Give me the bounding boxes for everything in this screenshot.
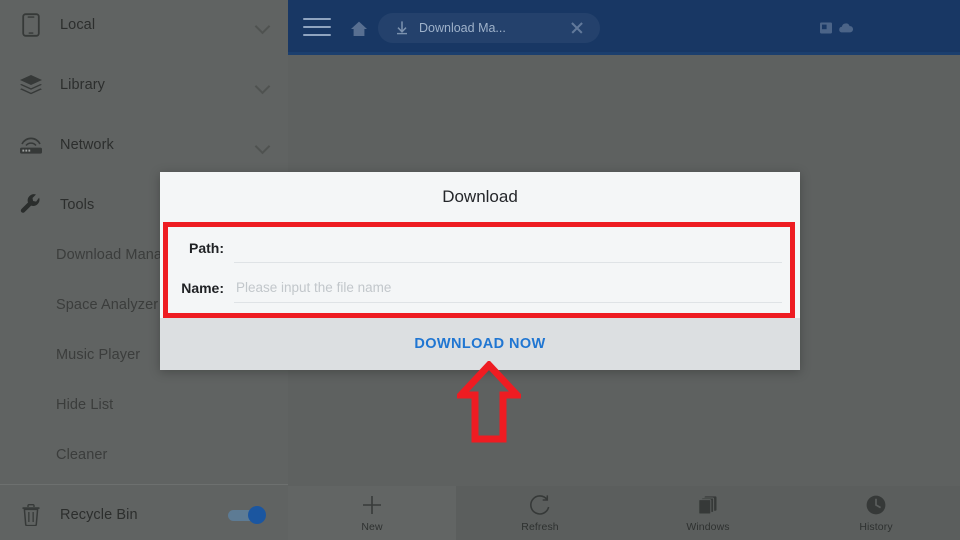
windows-stack-icon xyxy=(696,493,720,517)
browser-tab-label: Download Ma... xyxy=(419,21,506,35)
sidebar-item-label: Tools xyxy=(60,197,95,213)
recycle-bin-toggle[interactable] xyxy=(228,506,266,524)
name-input[interactable]: Please input the file name xyxy=(234,273,782,303)
wrench-icon xyxy=(18,192,44,218)
hamburger-line xyxy=(303,26,331,28)
hamburger-line xyxy=(303,18,331,20)
app-root: Local Library Network Tools Download Man… xyxy=(0,0,960,540)
path-input[interactable] xyxy=(234,233,782,263)
sidebar-item-network[interactable]: Network xyxy=(0,120,288,170)
toolbar-item-label: Windows xyxy=(686,521,730,533)
chevron-down-icon xyxy=(254,78,271,95)
sidebar-item-recycle-bin[interactable]: Recycle Bin xyxy=(0,490,288,540)
browser-tab[interactable]: Download Ma... xyxy=(378,13,600,43)
sidebar-item-label: Download Mana xyxy=(56,247,163,263)
hamburger-icon[interactable] xyxy=(303,14,331,40)
dialog-title: Download xyxy=(442,187,518,206)
chevron-down-icon xyxy=(254,138,271,155)
sidebar-item-label: Cleaner xyxy=(56,447,108,463)
name-field-label: Name: xyxy=(181,280,224,296)
layers-icon xyxy=(18,72,44,98)
name-input-placeholder: Please input the file name xyxy=(236,280,392,295)
sidebar-item-label: Local xyxy=(60,17,96,33)
toolbar-item-label: History xyxy=(859,521,893,533)
close-icon[interactable] xyxy=(570,21,584,35)
bookmark-icon[interactable] xyxy=(818,20,834,36)
cloud-icon[interactable] xyxy=(838,20,854,36)
hamburger-line xyxy=(303,34,331,36)
toggle-knob xyxy=(248,506,266,524)
sidebar-item-local[interactable]: Local xyxy=(0,0,288,50)
sidebar-item-label: Music Player xyxy=(56,347,141,363)
home-icon[interactable] xyxy=(350,20,368,38)
toolbar-item-windows[interactable]: Windows xyxy=(624,486,792,540)
sidebar-item-library[interactable]: Library xyxy=(0,60,288,110)
chevron-down-icon xyxy=(254,18,271,35)
download-arrow-icon xyxy=(394,20,410,36)
sidebar-item-label: Recycle Bin xyxy=(60,507,138,523)
browser-header: Download Ma... xyxy=(288,0,960,55)
name-field-row: Name: Please input the file name xyxy=(178,268,782,308)
toolbar-item-history[interactable]: History xyxy=(792,486,960,540)
sidebar-item-hide-list[interactable]: Hide List xyxy=(0,380,288,430)
sidebar-item-cleaner[interactable]: Cleaner xyxy=(0,430,288,480)
download-dialog: Download Path: Name: Please input the fi… xyxy=(160,172,800,370)
download-now-button[interactable]: DOWNLOAD NOW xyxy=(414,336,545,352)
refresh-icon xyxy=(528,493,552,517)
dialog-body: Path: Name: Please input the file name xyxy=(160,222,800,318)
toolbar-item-label: New xyxy=(361,521,383,533)
phone-device-icon xyxy=(18,12,44,38)
plus-icon xyxy=(360,493,384,517)
bottom-toolbar: New Refresh Windows History xyxy=(288,486,960,540)
router-icon xyxy=(18,132,44,158)
toolbar-item-refresh[interactable]: Refresh xyxy=(456,486,624,540)
path-field-label: Path: xyxy=(189,240,224,256)
sidebar-item-label: Library xyxy=(60,77,106,93)
trash-icon xyxy=(18,502,44,528)
sidebar-item-label: Network xyxy=(60,137,114,153)
sidebar-item-label: Hide List xyxy=(56,397,114,413)
sidebar-item-label: Space Analyzer xyxy=(56,297,159,313)
dialog-footer: DOWNLOAD NOW xyxy=(160,318,800,370)
path-field-row: Path: xyxy=(178,228,782,268)
up-arrow-annotation xyxy=(452,359,526,443)
toolbar-item-label: Refresh xyxy=(521,521,559,533)
clock-icon xyxy=(864,493,888,517)
sidebar-divider xyxy=(0,484,288,485)
toolbar-item-new[interactable]: New xyxy=(288,486,456,540)
